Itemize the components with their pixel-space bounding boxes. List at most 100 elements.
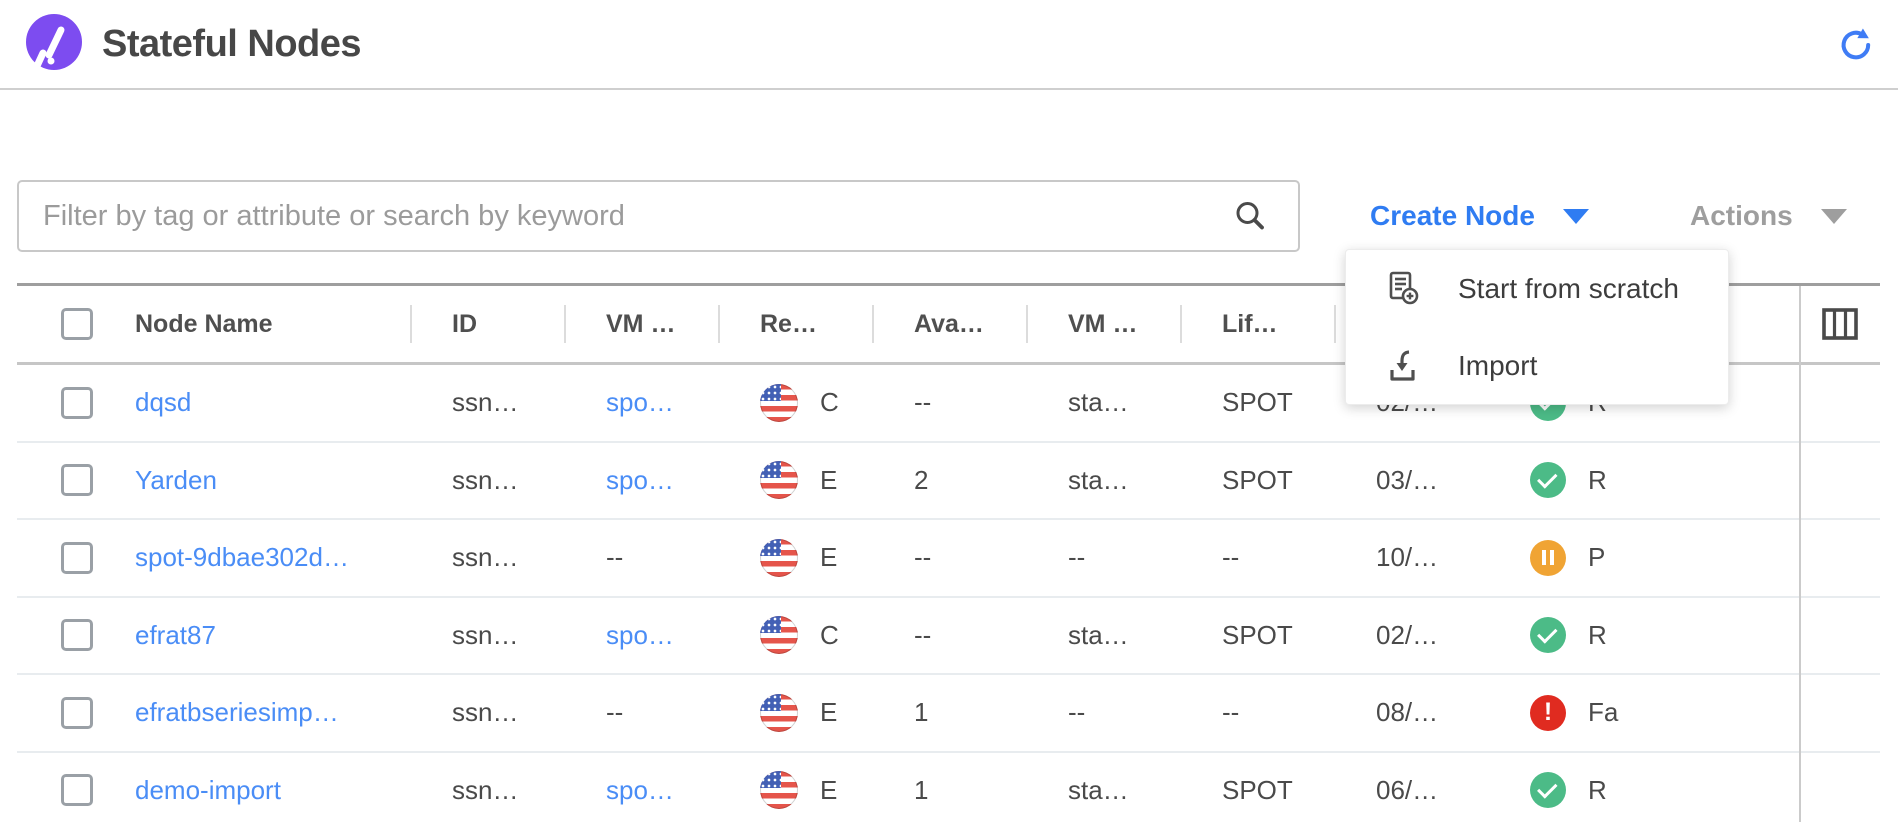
- node-name-link[interactable]: demo-import: [135, 775, 281, 806]
- row-checkbox[interactable]: [61, 619, 93, 651]
- select-all-checkbox[interactable]: [61, 308, 93, 340]
- status-label: Fa: [1588, 697, 1618, 728]
- search-icon: [1232, 198, 1268, 239]
- page-header: Stateful Nodes: [0, 0, 1898, 90]
- row-checkbox[interactable]: [61, 774, 93, 806]
- row-checkbox[interactable]: [61, 542, 93, 574]
- node-id: ssn…: [410, 675, 564, 751]
- region-value: E: [820, 697, 837, 728]
- vm-value: --: [564, 520, 718, 596]
- table-row: spot-9dbae302d… ssn… -- E -- -- -- 10/… …: [17, 520, 1880, 598]
- status-label: R: [1588, 620, 1607, 651]
- vm-state-value: sta…: [1026, 753, 1180, 822]
- region-value: E: [820, 775, 837, 806]
- created-date: 08/…: [1334, 675, 1488, 751]
- created-date: 03/…: [1334, 443, 1488, 519]
- created-date: 06/…: [1334, 753, 1488, 822]
- node-id: ssn…: [410, 443, 564, 519]
- table-row: efratbseriesimp… ssn… -- E 1 -- -- 08/… …: [17, 675, 1880, 753]
- availability-value: 1: [872, 675, 1026, 751]
- status-label: R: [1588, 465, 1607, 496]
- node-id: ssn…: [410, 598, 564, 674]
- vm-state-value: sta…: [1026, 365, 1180, 441]
- menu-item-start-from-scratch[interactable]: Start from scratch: [1346, 250, 1728, 327]
- lifecycle-value: --: [1180, 675, 1334, 751]
- menu-item-import[interactable]: Import: [1346, 327, 1728, 404]
- availability-value: 2: [872, 443, 1026, 519]
- status-icon: [1530, 617, 1566, 653]
- availability-value: --: [872, 520, 1026, 596]
- node-name-link[interactable]: efratbseriesimp…: [135, 697, 339, 728]
- us-flag-icon: [760, 539, 798, 577]
- us-flag-icon: [760, 694, 798, 732]
- chevron-down-icon: [1563, 209, 1589, 224]
- node-name-link[interactable]: efrat87: [135, 620, 216, 651]
- import-icon: [1382, 345, 1424, 387]
- actions-label: Actions: [1690, 200, 1793, 232]
- vm-state-value: sta…: [1026, 598, 1180, 674]
- availability-value: --: [872, 598, 1026, 674]
- stateful-nodes-page: Stateful Nodes Create Node Actions Node …: [0, 0, 1898, 822]
- chevron-down-icon: [1821, 209, 1847, 224]
- us-flag-icon: [760, 616, 798, 654]
- header-vm[interactable]: VM …: [564, 286, 718, 362]
- columns-icon: [1822, 308, 1858, 340]
- status-icon: [1530, 462, 1566, 498]
- status-label: P: [1588, 542, 1605, 573]
- status-icon: [1530, 540, 1566, 576]
- node-name-link[interactable]: Yarden: [135, 465, 217, 496]
- availability-value: --: [872, 365, 1026, 441]
- header-region[interactable]: Re…: [718, 286, 872, 362]
- node-id: ssn…: [410, 365, 564, 441]
- node-name-link[interactable]: spot-9dbae302d…: [135, 542, 349, 573]
- vm-link[interactable]: spo…: [606, 387, 674, 418]
- row-checkbox[interactable]: [61, 387, 93, 419]
- table-row: efrat87 ssn… spo… C -- sta… SPOT 02/… R: [17, 598, 1880, 676]
- document-add-icon: [1382, 268, 1424, 310]
- region-value: C: [820, 620, 839, 651]
- create-node-menu: Start from scratch Import: [1345, 249, 1729, 405]
- create-node-button[interactable]: Create Node: [1370, 180, 1589, 252]
- vm-link[interactable]: spo…: [606, 620, 674, 651]
- node-name-link[interactable]: dqsd: [135, 387, 191, 418]
- column-picker-button[interactable]: [1799, 286, 1880, 362]
- actions-button[interactable]: Actions: [1690, 180, 1847, 252]
- region-value: C: [820, 387, 839, 418]
- region-value: E: [820, 465, 837, 496]
- create-node-label: Create Node: [1370, 200, 1535, 232]
- created-date: 10/…: [1334, 520, 1488, 596]
- status-icon: [1530, 695, 1566, 731]
- header-lifecycle[interactable]: Lif…: [1180, 286, 1334, 362]
- header-availability[interactable]: Ava…: [872, 286, 1026, 362]
- lifecycle-value: SPOT: [1180, 365, 1334, 441]
- row-checkbox[interactable]: [61, 464, 93, 496]
- vm-state-value: --: [1026, 520, 1180, 596]
- header-id[interactable]: ID: [410, 286, 564, 362]
- lifecycle-value: --: [1180, 520, 1334, 596]
- vm-state-value: sta…: [1026, 443, 1180, 519]
- us-flag-icon: [760, 384, 798, 422]
- table-row: Yarden ssn… spo… E 2 sta… SPOT 03/… R: [17, 443, 1880, 521]
- vm-state-value: --: [1026, 675, 1180, 751]
- filter-input[interactable]: [17, 180, 1300, 252]
- status-label: R: [1588, 775, 1607, 806]
- created-date: 02/…: [1334, 598, 1488, 674]
- header-node-name[interactable]: Node Name: [17, 286, 410, 362]
- us-flag-icon: [760, 771, 798, 809]
- status-icon: [1530, 772, 1566, 808]
- header-vm-state[interactable]: VM …: [1026, 286, 1180, 362]
- lifecycle-value: SPOT: [1180, 598, 1334, 674]
- node-id: ssn…: [410, 520, 564, 596]
- row-checkbox[interactable]: [61, 697, 93, 729]
- refresh-button[interactable]: [1838, 26, 1876, 64]
- vm-value: --: [564, 675, 718, 751]
- node-id: ssn…: [410, 753, 564, 822]
- lifecycle-value: SPOT: [1180, 753, 1334, 822]
- vm-link[interactable]: spo…: [606, 465, 674, 496]
- table-row: demo-import ssn… spo… E 1 sta… SPOT 06/……: [17, 753, 1880, 822]
- us-flag-icon: [760, 461, 798, 499]
- page-title: Stateful Nodes: [102, 23, 361, 66]
- availability-value: 1: [872, 753, 1026, 822]
- vm-link[interactable]: spo…: [606, 775, 674, 806]
- region-value: E: [820, 542, 837, 573]
